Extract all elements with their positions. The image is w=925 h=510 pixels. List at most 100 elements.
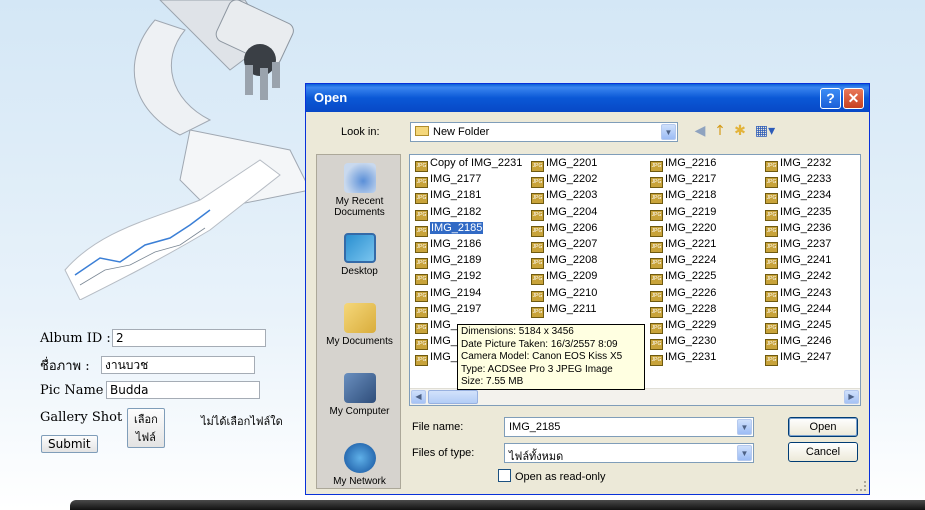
file-item[interactable]: JPG IMG_2204 — [531, 206, 597, 221]
file-item[interactable]: JPG IMG_2242 — [765, 270, 832, 286]
file-item[interactable]: JPG IMG_2230 — [650, 335, 717, 351]
look-in-dropdown[interactable]: New Folder ▼ — [410, 122, 678, 142]
file-item[interactable]: JPG IMG_2218 — [650, 189, 717, 205]
place-desktop[interactable]: Desktop — [317, 233, 402, 277]
place-my-network[interactable]: My Network — [317, 443, 402, 487]
file-item[interactable]: JPG IMG_2181 — [415, 189, 481, 205]
file-name: IMG_2211 — [546, 302, 597, 315]
album-id-input[interactable] — [112, 329, 266, 347]
jpeg-file-icon: JPG — [765, 177, 778, 189]
file-item[interactable]: JPG IMG_2231 — [650, 351, 716, 367]
file-item[interactable]: JPG IMG_2210 — [531, 287, 597, 302]
file-item[interactable]: JPG IMG_2197 — [415, 303, 481, 318]
file-item[interactable]: JPG IMG_2243 — [765, 287, 831, 302]
file-name-input[interactable]: IMG_2185 ▼ — [504, 417, 754, 437]
files-of-type-dropdown[interactable]: ไฟล์ทั้งหมด ▼ — [504, 443, 754, 463]
file-item[interactable]: JPG IMG_ — [415, 335, 457, 351]
file-item[interactable]: JPG IMG_2245 — [765, 319, 831, 334]
jpeg-file-icon: JPG — [650, 193, 663, 205]
place-my-computer[interactable]: My Computer — [317, 373, 402, 417]
file-item[interactable]: JPG IMG_2220 — [650, 222, 716, 237]
file-item[interactable]: JPG IMG_2226 — [650, 287, 716, 302]
file-item[interactable]: JPG IMG_2185 — [415, 221, 484, 237]
choose-file-button[interactable]: เลือกไฟล์ — [127, 408, 165, 448]
file-item[interactable]: JPG IMG_2203 — [531, 189, 597, 205]
file-item[interactable]: JPG IMG_2194 — [415, 287, 481, 302]
file-item[interactable]: JPG IMG_2207 — [531, 238, 597, 253]
file-item[interactable]: JPG IMG_2224 — [650, 254, 716, 270]
close-button[interactable]: ✕ — [843, 88, 864, 109]
file-item[interactable]: JPG IMG_2186 — [415, 238, 482, 253]
open-button[interactable]: Open — [788, 417, 858, 437]
file-item[interactable]: JPG IMG_2229 — [650, 319, 716, 334]
chevron-down-icon[interactable]: ▼ — [737, 419, 752, 435]
open-file-dialog: Open ? ✕ Look in: New Folder ▼ ◀ ↑ ✱ ▦▾ … — [305, 83, 870, 495]
file-item[interactable]: JPG IMG_2247 — [765, 351, 832, 367]
jpeg-file-icon: JPG — [650, 161, 663, 172]
cancel-button[interactable]: Cancel — [788, 442, 858, 462]
help-button[interactable]: ? — [820, 88, 841, 109]
dialog-titlebar[interactable]: Open ? ✕ — [306, 84, 869, 112]
jpeg-file-icon: JPG — [415, 339, 428, 351]
place-my-documents[interactable]: My Documents — [317, 303, 402, 347]
file-item[interactable]: JPG IMG_2241 — [765, 254, 831, 270]
file-item[interactable]: JPG IMG_2206 — [531, 222, 597, 237]
file-name: IMG_2247 — [780, 351, 832, 364]
scroll-thumb[interactable] — [428, 390, 478, 404]
file-item[interactable]: JPG IMG_2189 — [415, 254, 481, 270]
file-name: IMG_2218 — [665, 189, 717, 202]
file-item[interactable]: JPG IMG_2208 — [531, 254, 597, 270]
jpeg-file-icon: JPG — [650, 209, 663, 221]
file-name: IMG_2185 — [430, 221, 484, 234]
file-item[interactable]: JPG IMG_2177 — [415, 173, 481, 189]
file-item[interactable]: JPG IMG_2209 — [531, 270, 597, 286]
file-item[interactable]: JPG IMG_ — [415, 319, 457, 334]
file-item[interactable]: JPG IMG_2246 — [765, 335, 831, 351]
jpeg-file-icon: JPG — [531, 225, 544, 237]
resize-grip-icon[interactable] — [856, 481, 866, 491]
microscope-illustration — [64, 0, 311, 300]
scroll-left-icon[interactable]: ◀ — [411, 390, 426, 404]
jpeg-file-icon: JPG — [415, 161, 428, 172]
open-readonly-label: Open as read-only — [515, 471, 606, 483]
place-my-recent-documents[interactable]: My Recent Documents — [317, 163, 402, 218]
file-item[interactable]: JPG IMG_2244 — [765, 303, 831, 318]
file-item[interactable]: JPG IMG_2228 — [650, 303, 716, 318]
file-item[interactable]: JPG IMG_2211 — [531, 302, 597, 318]
file-item[interactable]: JPG Copy of IMG_2231 — [415, 157, 522, 172]
gallery-shot-label: Gallery Shot : — [40, 410, 131, 425]
file-name: IMG_2186 — [430, 238, 482, 250]
file-item[interactable]: JPG IMG_ — [415, 351, 457, 367]
file-item[interactable]: JPG IMG_2216 — [650, 157, 716, 172]
file-item[interactable]: JPG IMG_2219 — [650, 206, 716, 221]
file-item[interactable]: JPG IMG_2233 — [765, 173, 831, 189]
scroll-right-icon[interactable]: ▶ — [844, 390, 859, 404]
file-name: IMG_2242 — [780, 270, 832, 283]
file-item[interactable]: JPG IMG_2235 — [765, 206, 831, 221]
horizontal-scrollbar[interactable]: ◀ ▶ — [410, 388, 860, 405]
file-item[interactable]: JPG IMG_2225 — [650, 270, 716, 286]
views-menu-icon[interactable]: ▦▾ — [753, 122, 777, 140]
look-in-value-wrap: New Folder — [415, 126, 489, 138]
file-item[interactable]: JPG IMG_2182 — [415, 206, 481, 221]
my-computer-icon — [343, 373, 376, 403]
open-readonly-checkbox[interactable]: Open as read-only — [498, 469, 606, 483]
jpeg-file-icon: JPG — [531, 209, 544, 221]
file-item[interactable]: JPG IMG_2236 — [765, 222, 831, 237]
file-item[interactable]: JPG IMG_2232 — [765, 157, 831, 172]
checkbox-box[interactable] — [498, 469, 511, 482]
new-folder-icon[interactable]: ✱ — [731, 122, 749, 140]
submit-button[interactable]: Submit — [41, 435, 98, 453]
up-folder-icon[interactable]: ↑ — [711, 122, 729, 140]
back-icon[interactable]: ◀ — [691, 122, 709, 140]
file-item[interactable]: JPG IMG_2234 — [765, 189, 831, 205]
file-item[interactable]: JPG IMG_2201 — [531, 157, 597, 172]
file-item[interactable]: JPG IMG_2221 — [650, 238, 716, 253]
file-name: IMG_2230 — [665, 335, 717, 348]
thai-name-input[interactable] — [101, 356, 255, 374]
file-item[interactable]: JPG IMG_2192 — [415, 270, 481, 286]
file-item[interactable]: JPG IMG_2217 — [650, 173, 716, 189]
file-item[interactable]: JPG IMG_2202 — [531, 173, 597, 189]
pic-name-input[interactable] — [106, 381, 260, 399]
file-item[interactable]: JPG IMG_2237 — [765, 238, 831, 253]
